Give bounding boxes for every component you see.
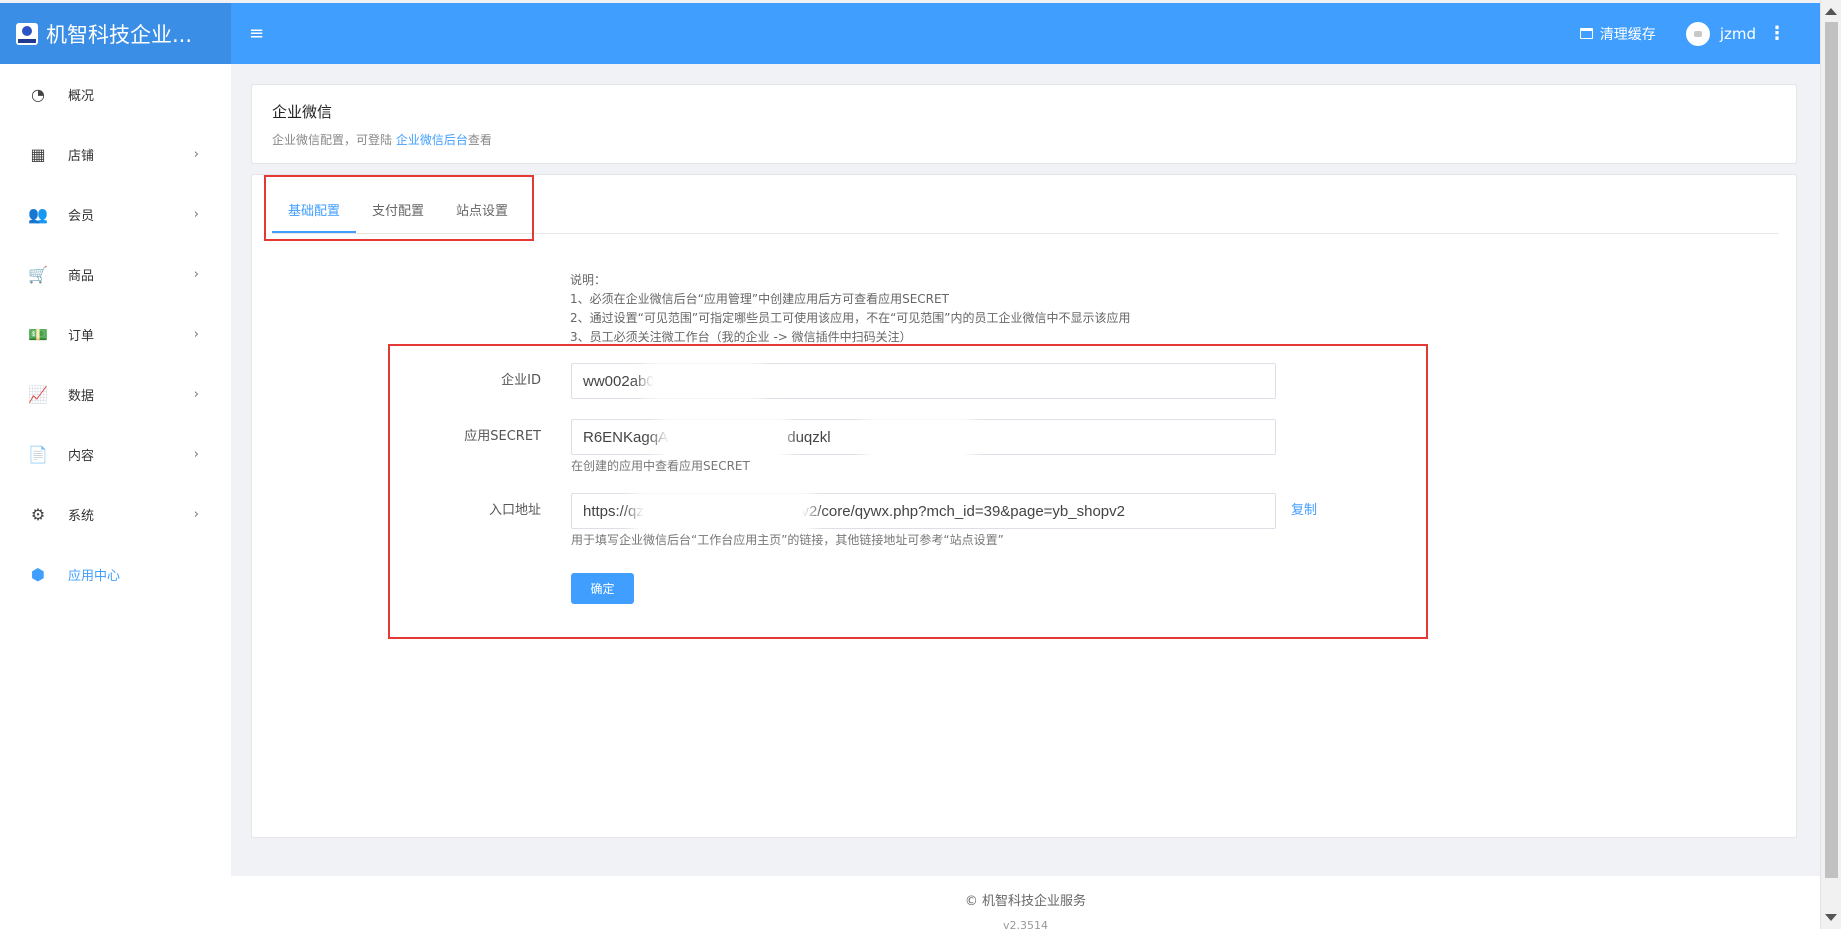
- brand-name: 机智科技企业...: [46, 22, 193, 47]
- corp-id-label: 企业ID: [501, 373, 541, 388]
- trash-icon: [1579, 28, 1593, 39]
- copy-button[interactable]: 复制: [1291, 493, 1317, 529]
- main-content: 企业微信 企业微信配置，可登陆 企业微信后台查看 基础配置 支付配置 站点设置 …: [231, 64, 1820, 929]
- grid-icon: ▦: [30, 144, 46, 164]
- chevron-right-icon: ›: [193, 206, 199, 222]
- sidebar-item-label: 概况: [68, 88, 95, 104]
- more-options-icon[interactable]: ⋮: [1768, 24, 1786, 43]
- page-header-card: 企业微信 企业微信配置，可登陆 企业微信后台查看: [251, 84, 1797, 164]
- document-icon: 📄: [28, 444, 48, 464]
- sidebar-item-products[interactable]: 🛒 商品 ›: [0, 244, 231, 304]
- sidebar-item-app-center[interactable]: ⬢ 应用中心: [0, 544, 231, 604]
- cart-icon: 🛒: [28, 264, 48, 284]
- scroll-down-icon[interactable]: [1825, 914, 1837, 921]
- copyright: © 机智科技企业服务: [964, 894, 1087, 909]
- instructions-heading: 说明：: [570, 273, 607, 287]
- sidebar-item-store[interactable]: ▦ 店铺 ›: [0, 124, 231, 184]
- brand-logo: [16, 22, 38, 45]
- gear-icon: ⚙: [30, 504, 46, 524]
- sidebar-item-label: 内容: [68, 448, 95, 464]
- cube-icon: ⬢: [31, 564, 45, 584]
- footer: © 机智科技企业服务 v2.3514: [231, 876, 1820, 929]
- sidebar-item-label: 订单: [68, 328, 95, 344]
- tab-payment-config[interactable]: 支付配置: [356, 196, 440, 233]
- page-scrollbar[interactable]: [1820, 0, 1841, 929]
- sidebar-item-label: 店铺: [68, 148, 95, 164]
- secret-help-text: 在创建的应用中查看应用SECRET: [571, 459, 750, 473]
- sidebar-item-orders[interactable]: 💵 订单 ›: [0, 304, 231, 364]
- sidebar-item-label: 系统: [68, 508, 95, 524]
- users-icon: 👥: [28, 204, 48, 224]
- tab-basic-config[interactable]: 基础配置: [272, 196, 357, 233]
- sidebar-item-label: 会员: [68, 208, 95, 224]
- settings-card: 基础配置 支付配置 站点设置 说明： 1、必须在企业微信后台“应用管理”中创建应…: [251, 174, 1797, 838]
- entry-url-label: 入口地址: [488, 503, 541, 518]
- sidebar-item-data[interactable]: 📈 数据 ›: [0, 364, 231, 424]
- clear-cache-button[interactable]: 清理缓存: [1579, 24, 1656, 44]
- secret-input[interactable]: [571, 419, 1276, 455]
- tab-site-settings[interactable]: 站点设置: [440, 196, 524, 233]
- avatar[interactable]: [1685, 21, 1710, 46]
- page-description-prefix: 企业微信配置，可登陆: [272, 133, 396, 147]
- instruction-line: 2、通过设置“可见范围”可指定哪些员工可使用该应用，不在“可见范围”内的员工企业…: [570, 311, 1131, 325]
- menu-toggle-icon[interactable]: ≡: [249, 23, 264, 44]
- chevron-right-icon: ›: [193, 506, 199, 522]
- sidebar-item-system[interactable]: ⚙ 系统 ›: [0, 484, 231, 544]
- chevron-right-icon: ›: [193, 446, 199, 462]
- sidebar: ◔ 概况 ▦ 店铺 › 👥 会员 › 🛒 商品 › 💵 订单 › 📈 数据 › …: [0, 64, 231, 929]
- scroll-up-icon[interactable]: [1825, 8, 1837, 15]
- chart-icon: 📈: [28, 384, 48, 404]
- page-description-suffix: 查看: [467, 133, 492, 147]
- sidebar-item-overview[interactable]: ◔ 概况: [0, 64, 231, 124]
- instruction-line: 3、员工必须关注微工作台（我的企业 -> 微信插件中扫码关注）: [570, 330, 912, 344]
- clear-cache-label: 清理缓存: [1599, 26, 1656, 43]
- chevron-right-icon: ›: [193, 326, 199, 342]
- entry-url-input[interactable]: [571, 493, 1276, 529]
- version-text: v2.3514: [1003, 919, 1048, 929]
- instructions: 说明： 1、必须在企业微信后台“应用管理”中创建应用后方可查看应用SECRET …: [570, 271, 1131, 347]
- username[interactable]: jzmd: [1720, 25, 1756, 43]
- dashboard-icon: ◔: [31, 84, 45, 104]
- chevron-right-icon: ›: [193, 386, 199, 402]
- tab-bar: 基础配置 支付配置 站点设置: [272, 175, 1778, 234]
- page-title: 企业微信: [272, 103, 333, 121]
- secret-label: 应用SECRET: [464, 429, 541, 444]
- chevron-right-icon: ›: [193, 266, 199, 282]
- chevron-right-icon: ›: [193, 146, 199, 162]
- sidebar-item-label: 应用中心: [68, 568, 121, 584]
- confirm-button[interactable]: 确定: [571, 573, 634, 604]
- scrollbar-thumb[interactable]: [1825, 22, 1838, 878]
- money-icon: 💵: [28, 324, 48, 344]
- corp-id-input[interactable]: [571, 363, 1276, 399]
- page-description: 企业微信配置，可登陆 企业微信后台查看: [272, 131, 1776, 148]
- top-right-actions: 清理缓存 jzmd ⋮: [1579, 21, 1786, 46]
- wecom-admin-link[interactable]: 企业微信后台: [396, 133, 468, 147]
- entry-url-help-text: 用于填写企业微信后台“工作台应用主页”的链接，其他链接地址可参考“站点设置”: [571, 533, 1004, 547]
- sidebar-item-label: 商品: [68, 268, 95, 284]
- brand[interactable]: 机智科技企业...: [0, 3, 231, 64]
- sidebar-item-content[interactable]: 📄 内容 ›: [0, 424, 231, 484]
- sidebar-item-members[interactable]: 👥 会员 ›: [0, 184, 231, 244]
- instruction-line: 1、必须在企业微信后台“应用管理”中创建应用后方可查看应用SECRET: [570, 292, 949, 306]
- sidebar-item-label: 数据: [68, 388, 95, 404]
- top-bar: 机智科技企业... ≡ 清理缓存 jzmd ⋮: [0, 3, 1820, 64]
